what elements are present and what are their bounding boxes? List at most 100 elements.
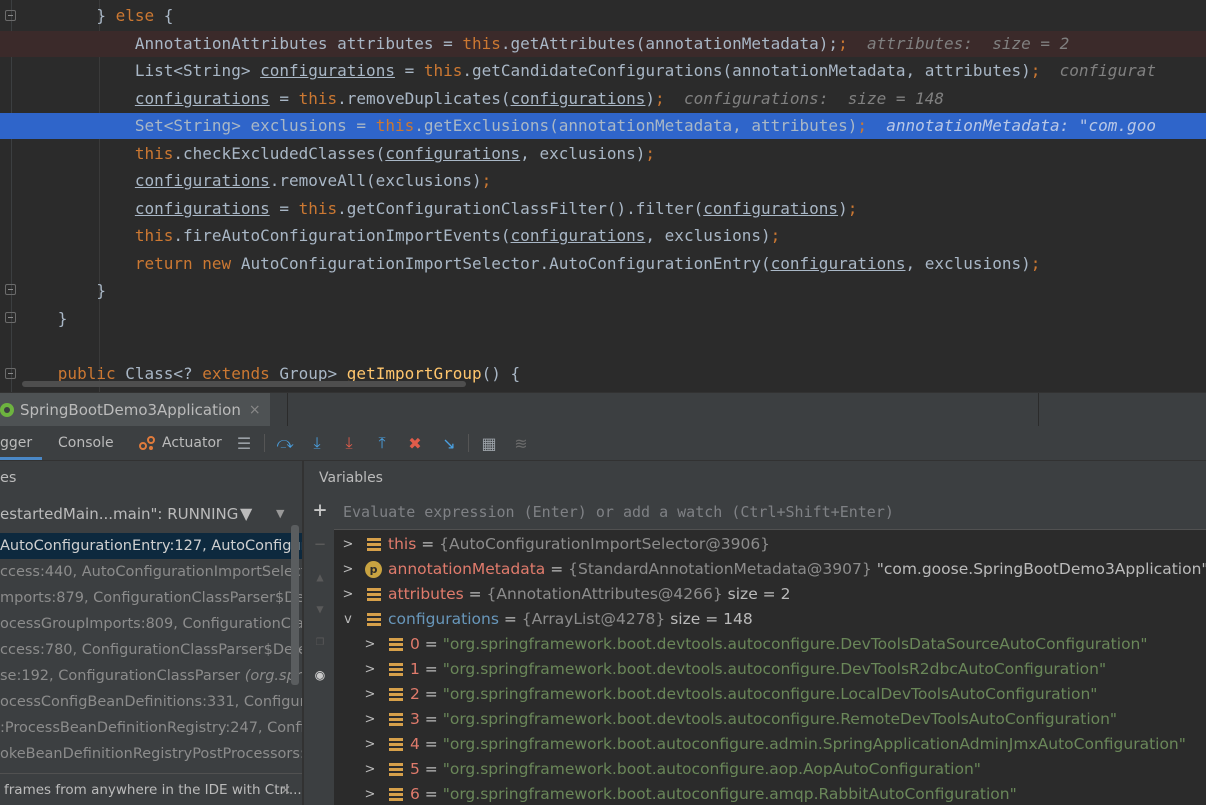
code-line-close-else: } (0, 281, 106, 300)
tab-debugger[interactable]: gger (0, 426, 42, 460)
fold-marker[interactable] (5, 368, 16, 379)
variable-type: {ArrayList@4278} (521, 610, 666, 628)
duplicate-watch-icon[interactable]: ❐ (310, 631, 330, 651)
evaluate-expression-icon[interactable]: ▦ (478, 432, 500, 454)
tab-separator (287, 393, 288, 427)
element-icon (389, 638, 403, 651)
spring-boot-icon (0, 403, 14, 417)
layout-menu-icon[interactable]: ☰ (233, 432, 255, 454)
variable-name: annotationMetadata (388, 560, 546, 578)
evaluate-placeholder: Evaluate expression (Enter) or add a wat… (343, 503, 894, 521)
run-config-tab[interactable]: SpringBootDemo3Application × (0, 393, 270, 427)
list-item[interactable]: > 0 = "org.springframework.boot.devtools… (334, 632, 1206, 657)
variables-header: Variables (304, 461, 1206, 495)
code-editor[interactable]: } else { AnnotationAttributes attributes… (0, 0, 1206, 392)
chevron-right-icon[interactable]: > (342, 532, 354, 557)
fold-marker[interactable] (5, 312, 16, 323)
variable-row-this[interactable]: > this = {AutoConfigurationImportSelecto… (334, 532, 1206, 557)
close-tab-icon[interactable]: × (249, 402, 261, 418)
move-down-icon[interactable]: ▼ (310, 599, 330, 619)
chevron-right-icon[interactable]: > (364, 657, 376, 682)
list-item[interactable]: > 1 = "org.springframework.boot.devtools… (334, 657, 1206, 682)
add-watch-icon[interactable]: + (310, 500, 330, 522)
trace-stream-icon[interactable]: ≋ (510, 432, 532, 454)
fold-marker[interactable] (5, 284, 16, 295)
run-tab-bar: SpringBootDemo3Application × (0, 392, 1206, 427)
variable-row-attributes[interactable]: > attributes = {AnnotationAttributes@426… (334, 582, 1206, 607)
chevron-right-icon[interactable]: > (364, 682, 376, 707)
frames-scrollbar[interactable] (291, 525, 299, 685)
stack-frame[interactable]: se:192, ConfigurationClassParser (org.sp… (0, 663, 302, 689)
stack-frame-text: mports:879, ConfigurationClassParser$De (0, 590, 302, 606)
variable-row-annotation-metadata[interactable]: > p annotationMetadata = {StandardAnnota… (334, 557, 1206, 582)
element-icon (389, 663, 403, 676)
evaluate-expression-input[interactable]: Evaluate expression (Enter) or add a wat… (334, 495, 1206, 530)
view-options-icon[interactable]: ◉ (310, 665, 330, 685)
inline-hint-exclusions: annotationMetadata: "com.goo (886, 116, 1156, 135)
fold-marker[interactable] (5, 10, 16, 21)
chevron-down-icon[interactable]: ▼ (276, 499, 284, 529)
chevron-right-icon[interactable]: > (342, 582, 354, 607)
element-value: "org.springframework.boot.devtools.autoc… (442, 685, 1098, 703)
chevron-right-icon[interactable]: > (342, 557, 354, 582)
variables-title: Variables (319, 470, 383, 486)
element-value: "org.springframework.boot.devtools.autoc… (442, 710, 1118, 728)
stack-frame[interactable]: ocessConfigBeanDefinitions:331, Configur… (0, 689, 302, 715)
chevron-right-icon[interactable]: > (364, 732, 376, 757)
code-line-execution-point: Set<String> exclusions = this.getExclusi… (0, 113, 1206, 139)
move-up-icon[interactable]: ▲ (310, 567, 330, 587)
list-item[interactable]: > 6 = "org.springframework.boot.autoconf… (334, 782, 1206, 805)
element-icon (389, 763, 403, 776)
chevron-down-icon[interactable]: v (342, 607, 354, 632)
variables-tree: Evaluate expression (Enter) or add a wat… (334, 495, 1206, 805)
close-tip-icon[interactable]: × (280, 774, 291, 805)
stack-frame-text: :ProcessBeanDefinitionRegistry:247, Conf… (0, 720, 302, 736)
stack-frame-text: se:192, ConfigurationClassParser (0, 668, 245, 684)
element-index: 5 (410, 760, 420, 778)
stack-frame[interactable]: ccess:780, ConfigurationClassParser$Defe… (0, 637, 302, 663)
list-item[interactable]: > 5 = "org.springframework.boot.autoconf… (334, 757, 1206, 782)
stack-frame[interactable]: AutoConfigurationEntry:127, AutoConfigur (0, 533, 302, 559)
chevron-right-icon[interactable]: > (364, 757, 376, 782)
tab-separator (1038, 393, 1039, 427)
step-over-icon[interactable]: ⤓ (306, 432, 328, 454)
variable-row-configurations[interactable]: v configurations = {ArrayList@4278} size… (334, 607, 1206, 632)
drop-frame-icon[interactable]: ✖ (404, 432, 426, 454)
element-value: "org.springframework.boot.devtools.autoc… (442, 660, 1107, 678)
element-index: 4 (410, 735, 420, 753)
code-line-remove-all: configurations.removeAll(exclusions); (134, 171, 492, 190)
variable-value: size = 148 (670, 610, 753, 628)
step-out-icon[interactable]: ⤒ (371, 432, 393, 454)
tab-actuator[interactable]: Actuator (138, 426, 222, 460)
element-value: "org.springframework.boot.devtools.autoc… (442, 635, 1148, 653)
remove-watch-icon[interactable]: − (310, 535, 330, 555)
filter-icon[interactable]: ▼ (240, 499, 252, 529)
stack-frame-text: AutoConfigurationEntry:127, AutoConfigur (0, 538, 302, 554)
stack-frame[interactable]: ocessGroupImports:809, ConfigurationClas… (0, 611, 302, 637)
stack-frame-text: ccess:440, AutoConfigurationImportSelect… (0, 564, 302, 580)
actuator-icon (139, 436, 155, 450)
show-execution-point-icon[interactable]: ⤼ (274, 432, 296, 454)
list-item[interactable]: > 4 = "org.springframework.boot.autoconf… (334, 732, 1206, 757)
chevron-right-icon[interactable]: > (364, 782, 376, 805)
step-into-icon[interactable]: ⤓ (338, 432, 360, 454)
list-item[interactable]: > 2 = "org.springframework.boot.devtools… (334, 682, 1206, 707)
code-line-filter: configurations = this.getConfigurationCl… (134, 199, 858, 218)
element-index: 3 (410, 710, 420, 728)
thread-selector[interactable]: estartedMain...main": RUNNING ▼ ▼ (0, 499, 302, 529)
tab-console[interactable]: Console (58, 426, 114, 460)
stack-frame[interactable]: :ProcessBeanDefinitionRegistry:247, Conf… (0, 715, 302, 741)
stack-frame[interactable]: ccess:440, AutoConfigurationImportSelect… (0, 559, 302, 585)
inline-hint-attributes: attributes: size = 2 (866, 34, 1070, 53)
stack-frame[interactable]: mports:879, ConfigurationClassParser$De (0, 585, 302, 611)
editor-horizontal-scrollbar[interactable] (22, 381, 466, 387)
element-index: 0 (410, 635, 420, 653)
variable-name: configurations (388, 610, 499, 628)
run-to-cursor-icon[interactable]: ↘ (438, 432, 460, 454)
list-item[interactable]: > 3 = "org.springframework.boot.devtools… (334, 707, 1206, 732)
stack-frame-text: okeBeanDefinitionRegistryPostProcessors: (0, 746, 302, 762)
stack-frame[interactable]: okeBeanDefinitionRegistryPostProcessors: (0, 741, 302, 767)
element-icon (389, 788, 403, 801)
chevron-right-icon[interactable]: > (364, 707, 376, 732)
chevron-right-icon[interactable]: > (364, 632, 376, 657)
